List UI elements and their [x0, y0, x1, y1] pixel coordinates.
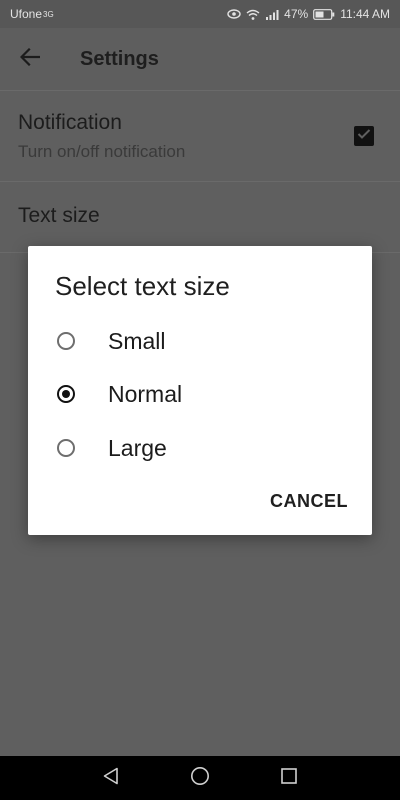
settings-list: Notification Turn on/off notification Te…: [0, 90, 400, 253]
option-large-label: Large: [108, 434, 167, 461]
setting-notification[interactable]: Notification Turn on/off notification: [0, 91, 400, 181]
cancel-button[interactable]: CANCEL: [270, 491, 348, 512]
option-normal-label: Normal: [108, 380, 183, 407]
setting-notification-summary: Turn on/off notification: [18, 142, 186, 161]
battery-icon: [313, 8, 335, 20]
nav-recents-button[interactable]: [259, 756, 319, 800]
setting-text-size[interactable]: Text size: [0, 182, 400, 252]
clock: 11:44 AM: [340, 7, 390, 21]
arrow-left-icon: [19, 47, 41, 71]
radio-large[interactable]: [57, 439, 75, 457]
setting-notification-title: Notification: [18, 111, 122, 134]
eye-comfort-icon: [227, 9, 241, 19]
back-button[interactable]: [0, 28, 60, 90]
option-small[interactable]: Small: [28, 316, 372, 366]
nav-back-button[interactable]: [81, 756, 141, 800]
option-large[interactable]: Large: [28, 423, 372, 473]
status-right: 47% 11:44 AM: [227, 7, 390, 21]
status-left: Ufone 3G: [10, 7, 54, 21]
navigation-bar: [0, 756, 400, 800]
carrier-network-type: 3G: [43, 9, 54, 19]
radio-normal[interactable]: [57, 385, 75, 403]
status-bar: Ufone 3G 47% 11:44 AM: [0, 0, 400, 28]
dialog-title: Select text size: [55, 271, 230, 301]
option-normal[interactable]: Normal: [28, 369, 372, 419]
nav-home-button[interactable]: [170, 756, 230, 800]
wifi-icon: [246, 9, 260, 20]
option-small-label: Small: [108, 327, 166, 354]
page-title: Settings: [80, 47, 159, 70]
recents-icon: [280, 767, 298, 790]
battery-percentage: 47%: [284, 7, 309, 21]
radio-small[interactable]: [57, 332, 75, 350]
check-icon: [357, 127, 371, 145]
notification-checkbox[interactable]: [354, 126, 374, 146]
app-bar: Settings: [0, 28, 400, 90]
home-icon: [190, 766, 210, 791]
back-icon: [102, 767, 120, 790]
carrier-name: Ufone: [10, 7, 43, 21]
setting-text-size-title: Text size: [18, 204, 100, 227]
text-size-dialog: Select text size Small Normal Large CANC…: [28, 246, 372, 535]
signal-icon: [265, 9, 279, 20]
